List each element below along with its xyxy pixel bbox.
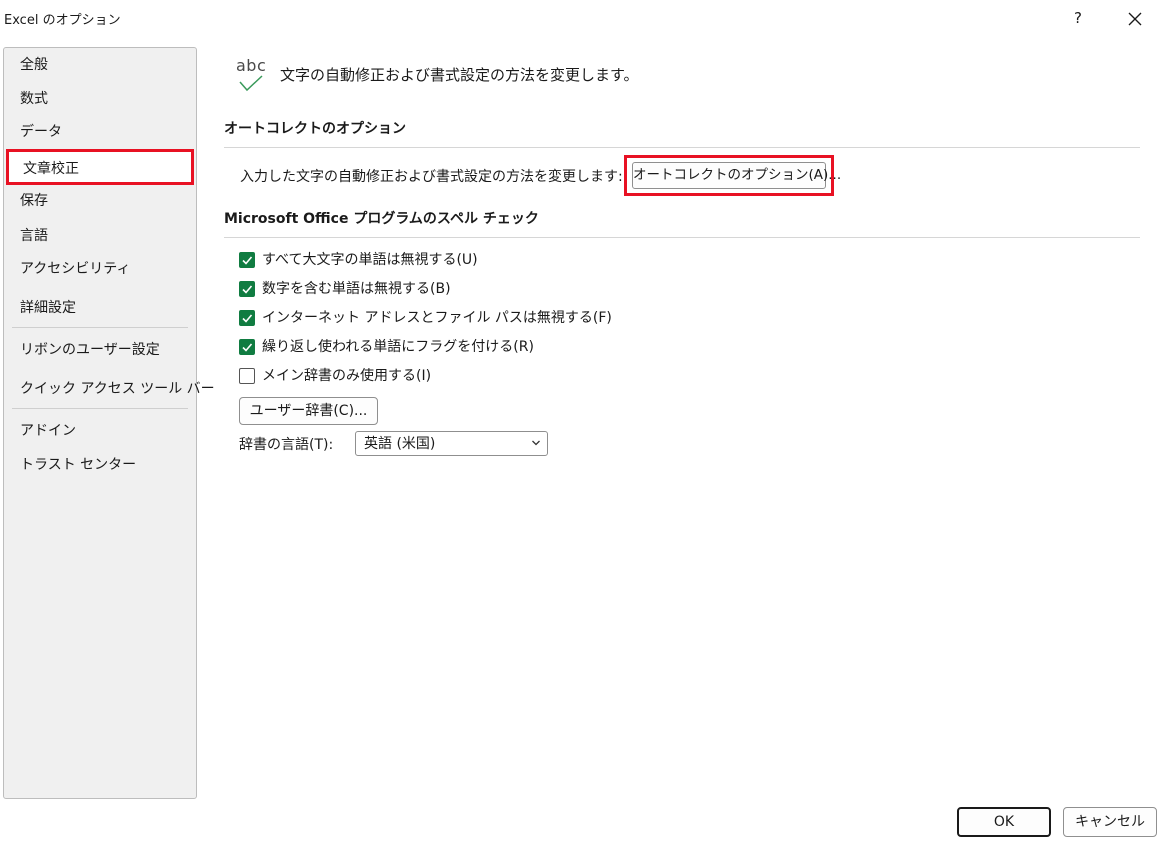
check-icon	[242, 256, 253, 265]
ok-button[interactable]: OK	[957, 807, 1051, 837]
checkbox-checked[interactable]	[239, 339, 255, 355]
check-icon	[242, 343, 253, 352]
option-label: メイン辞書のみ使用する(I)	[262, 368, 432, 384]
checkbox-checked[interactable]	[239, 252, 255, 268]
section-divider	[224, 237, 1140, 238]
excel-options-dialog: Excel のオプション ? 全般 数式 データ 文章校正 保存 言語 アクセシ…	[0, 0, 1162, 845]
checkmark-icon	[239, 75, 263, 92]
spelling-section-title: Microsoft Office プログラムのスペル チェック	[224, 211, 539, 227]
window-title: Excel のオプション	[4, 13, 121, 28]
sidebar-item-language[interactable]: 言語	[4, 221, 196, 251]
proofing-icon: abc	[236, 56, 270, 96]
section-divider	[224, 147, 1140, 148]
checkbox-unchecked[interactable]	[239, 368, 255, 384]
sidebar-item-quick-access-toolbar[interactable]: クイック アクセス ツール バー	[4, 374, 215, 404]
title-bar: Excel のオプション ?	[0, 0, 1162, 36]
sidebar-item-accessibility[interactable]: アクセシビリティ	[4, 254, 196, 284]
sidebar-divider	[12, 327, 188, 328]
custom-dictionaries-button[interactable]: ユーザー辞書(C)...	[239, 397, 378, 425]
autocorrect-options-button[interactable]: オートコレクトのオプション(A)...	[632, 162, 841, 189]
sidebar-item-add-ins[interactable]: アドイン	[4, 416, 196, 446]
autocorrect-section-title: オートコレクトのオプション	[224, 121, 406, 137]
autocorrect-button-highlight: オートコレクトのオプション(A)...	[624, 155, 841, 196]
check-icon	[242, 285, 253, 294]
sidebar-item-advanced[interactable]: 詳細設定	[4, 293, 196, 323]
dictionary-language-value: 英語 (米国)	[364, 436, 436, 452]
sidebar-item-formulas[interactable]: 数式	[4, 84, 196, 114]
checkbox-checked[interactable]	[239, 310, 255, 326]
cancel-button[interactable]: キャンセル	[1063, 807, 1157, 837]
dictionary-language-label: 辞書の言語(T):	[239, 437, 334, 453]
option-label: すべて大文字の単語は無視する(U)	[262, 252, 478, 268]
page-description: 文字の自動修正および書式設定の方法を変更します。	[280, 66, 639, 84]
sidebar-item-data[interactable]: データ	[4, 117, 196, 147]
close-button[interactable]	[1122, 6, 1148, 32]
close-icon	[1128, 12, 1142, 26]
option-label: 数字を含む単語は無視する(B)	[262, 281, 451, 297]
option-label: 繰り返し使われる単語にフラグを付ける(R)	[262, 339, 534, 355]
help-button[interactable]: ?	[1066, 6, 1090, 30]
sidebar-divider	[12, 408, 188, 409]
sidebar-item-general[interactable]: 全般	[4, 50, 196, 80]
sidebar-item-save[interactable]: 保存	[4, 186, 196, 216]
checkbox-checked[interactable]	[239, 281, 255, 297]
dictionary-language-select[interactable]: 英語 (米国)	[355, 431, 548, 456]
sidebar-item-proofing[interactable]: 文章校正	[6, 149, 194, 185]
sidebar-item-trust-center[interactable]: トラスト センター	[4, 450, 196, 480]
autocorrect-description: 入力した文字の自動修正および書式設定の方法を変更します:	[240, 169, 623, 185]
sidebar-item-customize-ribbon[interactable]: リボンのユーザー設定	[4, 335, 196, 365]
sidebar-nav: 全般 数式 データ 文章校正 保存 言語 アクセシビリティ 詳細設定 リボンのユ…	[3, 47, 215, 799]
option-label: インターネット アドレスとファイル パスは無視する(F)	[262, 310, 612, 326]
check-icon	[242, 314, 253, 323]
chevron-down-icon	[532, 440, 540, 446]
